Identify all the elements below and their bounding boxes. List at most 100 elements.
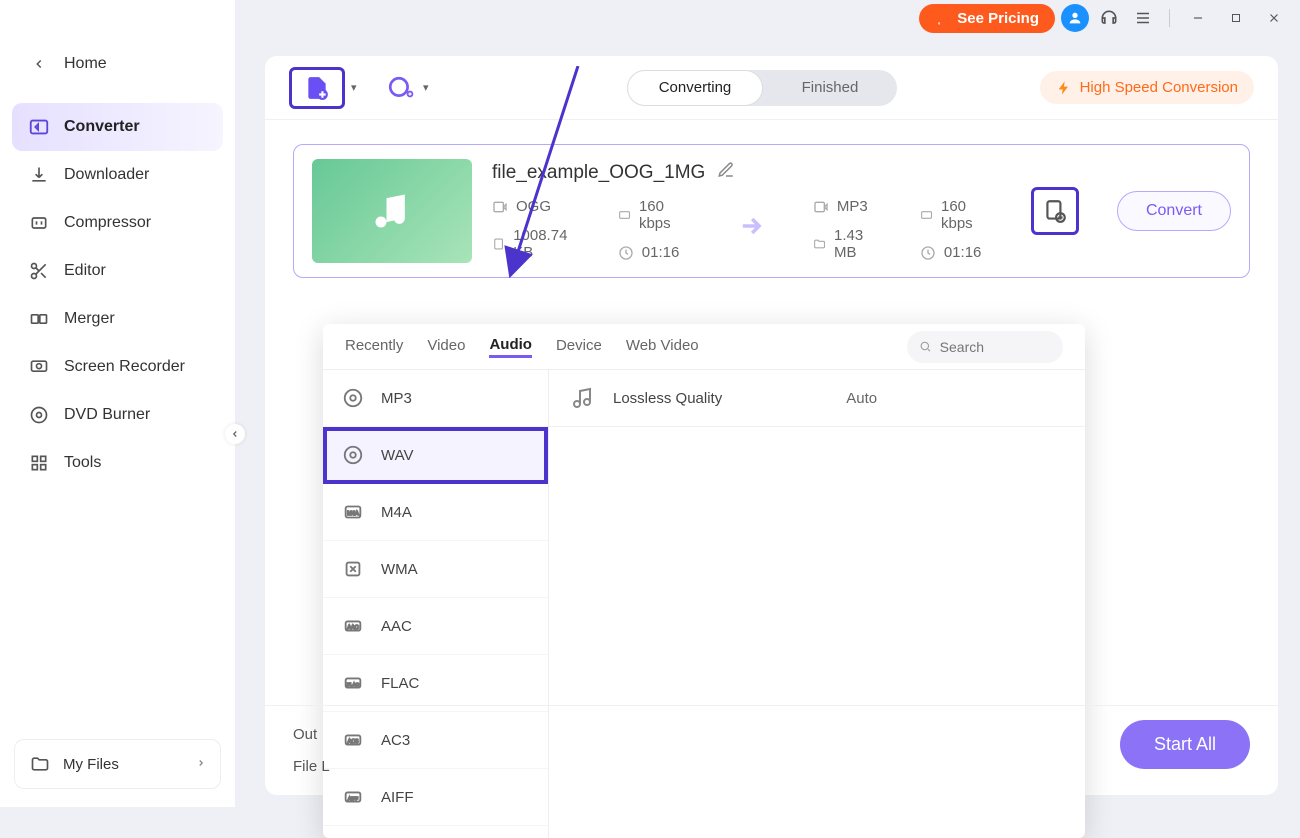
arrow-right-icon [737,212,765,247]
video-icon [813,199,829,215]
titlebar: See Pricing [235,0,1300,36]
main-panel: ▾ ▾ Converting Finished High Speed Conve… [265,56,1278,795]
add-file-dropdown[interactable]: ▾ [351,81,365,94]
divider [1169,9,1170,27]
clock-icon [920,245,936,261]
convert-button[interactable]: Convert [1117,191,1231,231]
grid-icon [28,452,50,474]
audio-icon [341,443,365,467]
format-flac[interactable]: FLACFLAC [323,655,548,712]
my-files-button[interactable]: My Files [14,739,221,789]
format-mp3[interactable]: MP3 [323,370,548,427]
sidebar-item-downloader[interactable]: Downloader [0,151,235,199]
tab-finished[interactable]: Finished [763,70,897,106]
format-m4a[interactable]: M4AM4A [323,484,548,541]
add-url-dropdown[interactable]: ▾ [423,81,437,94]
sidebar-label: Converter [64,118,140,136]
audio-icon [341,386,365,410]
tab-recently[interactable]: Recently [345,337,403,356]
pricing-label: See Pricing [957,10,1039,27]
sidebar-item-screen-recorder[interactable]: Screen Recorder [0,343,235,391]
sidebar-item-tools[interactable]: Tools [0,439,235,487]
file-icon [492,236,505,252]
minimize-button[interactable] [1182,4,1214,32]
compressor-icon [28,212,50,234]
sidebar-item-editor[interactable]: Editor [0,247,235,295]
folder-icon [813,236,826,252]
audio-icon: AAC [341,614,365,638]
bottom-bar: Out File L Start All [265,705,1278,795]
sidebar-item-dvd-burner[interactable]: DVD Burner [0,391,235,439]
format-tabs: Recently Video Audio Device Web Video [323,324,1085,370]
status-tabs: Converting Finished [627,70,897,106]
format-wma[interactable]: WMA [323,541,548,598]
add-url-button[interactable] [385,72,417,104]
dst-size: 1.43 MB [834,227,880,261]
lightning-icon [1056,80,1072,96]
tab-web-video[interactable]: Web Video [626,337,699,356]
back-icon [28,53,50,75]
sidebar-label: Downloader [64,166,149,184]
svg-text:AAC: AAC [347,625,358,631]
output-label: Out [293,726,317,743]
sidebar-label: Editor [64,262,106,280]
file-card: file_example_OOG_1MG OGG 1008.74 KB 160 … [293,144,1250,278]
src-bitrate: 160 kbps [639,198,689,232]
sidebar-item-converter[interactable]: Converter [12,103,223,151]
bitrate-icon [920,207,933,223]
sidebar-collapse-toggle[interactable] [225,424,245,444]
format-settings-button[interactable] [1031,187,1079,235]
add-file-button[interactable] [289,67,345,109]
dst-duration: 01:16 [944,244,982,261]
format-search-input[interactable] [940,339,1051,355]
music-icon [571,386,595,410]
scissors-icon [28,260,50,282]
start-all-button[interactable]: Start All [1120,720,1250,769]
file-name: file_example_OOG_1MG [492,162,705,184]
disc-icon [28,404,50,426]
sidebar-item-merger[interactable]: Merger [0,295,235,343]
src-duration: 01:16 [642,244,680,261]
sidebar-label: Compressor [64,214,151,232]
tab-video[interactable]: Video [427,337,465,356]
quality-auto-label: Auto [846,390,877,407]
tab-device[interactable]: Device [556,337,602,356]
maximize-button[interactable] [1220,4,1252,32]
sidebar-label: Home [64,55,107,73]
sidebar-item-compressor[interactable]: Compressor [0,199,235,247]
src-format: OGG [516,198,551,215]
svg-text:AIFF: AIFF [348,796,358,801]
tab-audio[interactable]: Audio [489,336,532,358]
see-pricing-button[interactable]: See Pricing [919,4,1055,33]
format-aac[interactable]: AACAAC [323,598,548,655]
toolbar: ▾ ▾ Converting Finished High Speed Conve… [265,56,1278,120]
dst-format: MP3 [837,198,868,215]
merger-icon [28,308,50,330]
screen-recorder-icon [28,356,50,378]
quality-label: Lossless Quality [613,390,722,407]
high-speed-button[interactable]: High Speed Conversion [1040,71,1254,104]
audio-icon: FLAC [341,671,365,695]
audio-icon [341,557,365,581]
dst-bitrate: 160 kbps [941,198,991,232]
sidebar-label: Tools [64,454,101,472]
cart-icon [935,10,951,26]
close-button[interactable] [1258,4,1290,32]
my-files-label: My Files [63,756,119,773]
quality-lossless[interactable]: Lossless Quality Auto [549,370,1085,427]
tab-converting[interactable]: Converting [627,70,763,106]
sidebar: Home Converter Downloader Compressor Edi… [0,0,235,807]
rename-icon[interactable] [717,161,735,184]
svg-text:FLAC: FLAC [347,682,359,687]
search-icon [919,339,932,354]
converter-icon [28,116,50,138]
format-wav[interactable]: WAV [323,427,548,484]
sidebar-item-home[interactable]: Home [0,40,235,88]
menu-icon[interactable] [1129,4,1157,32]
account-icon[interactable] [1061,4,1089,32]
video-icon [492,199,508,215]
format-search[interactable] [907,331,1063,363]
chevron-right-icon [196,757,206,771]
sidebar-label: Merger [64,310,115,328]
support-icon[interactable] [1095,4,1123,32]
